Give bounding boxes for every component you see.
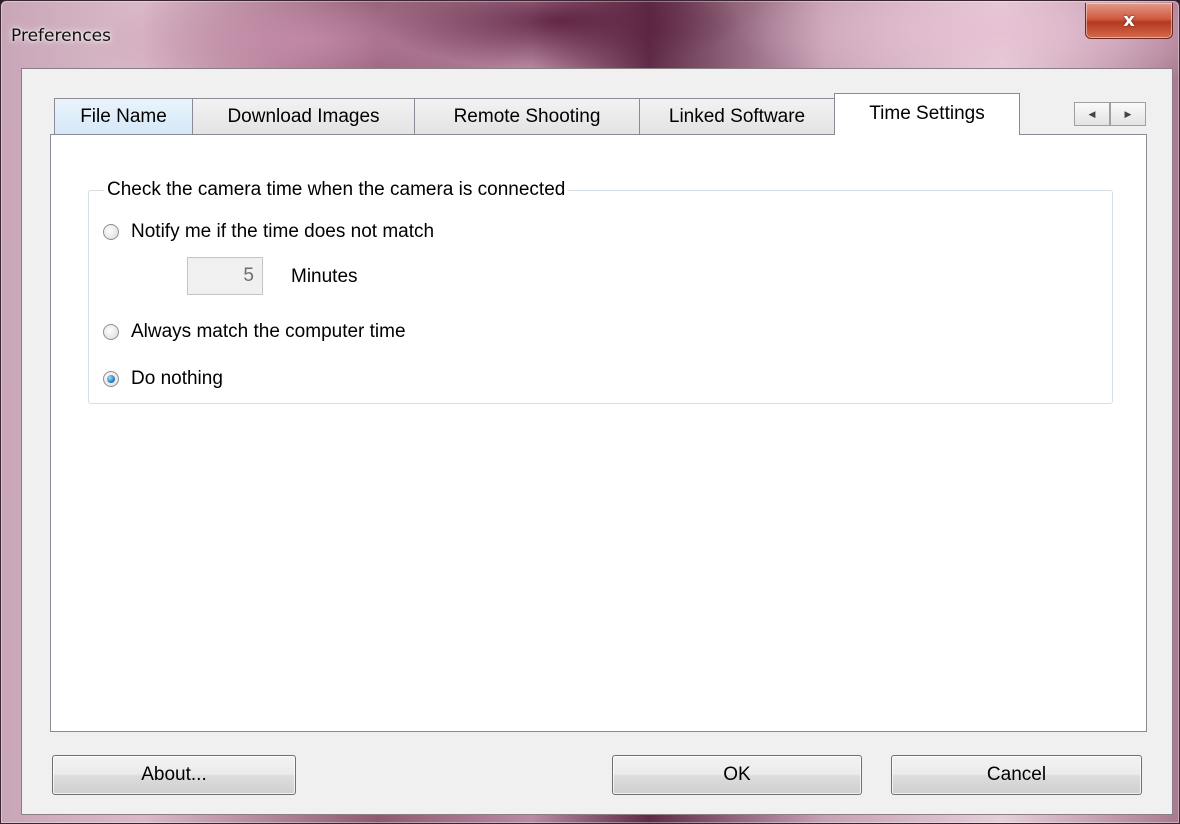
tab-label: File Name [80, 105, 167, 127]
dialog-client-area: File Name Download Images Remote Shootin… [21, 68, 1173, 815]
button-label: OK [723, 764, 751, 785]
tab-linked-software[interactable]: Linked Software [639, 98, 835, 134]
close-button[interactable]: x [1085, 3, 1173, 39]
tab-time-settings[interactable]: Time Settings [834, 93, 1020, 135]
tab-label: Time Settings [869, 103, 985, 124]
chevron-left-icon: ◀ [1088, 108, 1096, 119]
window-title: Preferences [11, 26, 111, 46]
radio-label: Always match the computer time [131, 321, 406, 342]
minutes-label: Minutes [291, 266, 358, 287]
button-label: Cancel [986, 764, 1047, 785]
radio-match-computer-time[interactable]: Always match the computer time [103, 321, 406, 343]
tab-download-images[interactable]: Download Images [192, 98, 415, 134]
tab-label: Linked Software [668, 105, 806, 127]
tab-label: Download Images [227, 105, 380, 127]
ok-button[interactable]: OK [612, 755, 862, 795]
radio-do-nothing[interactable]: Do nothing [103, 368, 223, 390]
radio-button[interactable] [103, 224, 119, 240]
radio-button[interactable] [103, 324, 119, 340]
camera-time-groupbox: Check the camera time when the camera is… [88, 179, 1113, 404]
radio-label: Notify me if the time does not match [131, 221, 435, 242]
button-label: About... [141, 764, 207, 785]
about-button[interactable]: About... [52, 755, 296, 795]
preferences-window: Preferences x File Name Download Images … [0, 0, 1180, 824]
tab-scroll-buttons: ◀ ▶ [1074, 102, 1146, 126]
tab-scroll-right-button[interactable]: ▶ [1110, 102, 1146, 126]
radio-label: Do nothing [131, 368, 223, 389]
groupbox-title: Check the camera time when the camera is… [104, 179, 569, 201]
tab-remote-shooting[interactable]: Remote Shooting [414, 98, 640, 134]
cancel-button[interactable]: Cancel [891, 755, 1142, 795]
chevron-right-icon: ▶ [1124, 108, 1132, 119]
tab-scroll-left-button[interactable]: ◀ [1074, 102, 1110, 126]
close-icon: x [1123, 10, 1135, 31]
radio-button-selected[interactable] [103, 371, 119, 387]
tab-label: Remote Shooting [453, 105, 601, 127]
minutes-input[interactable] [187, 257, 263, 295]
time-settings-panel: Check the camera time when the camera is… [50, 134, 1147, 732]
tab-file-name[interactable]: File Name [54, 98, 193, 134]
radio-notify-mismatch[interactable]: Notify me if the time does not match [103, 221, 434, 243]
